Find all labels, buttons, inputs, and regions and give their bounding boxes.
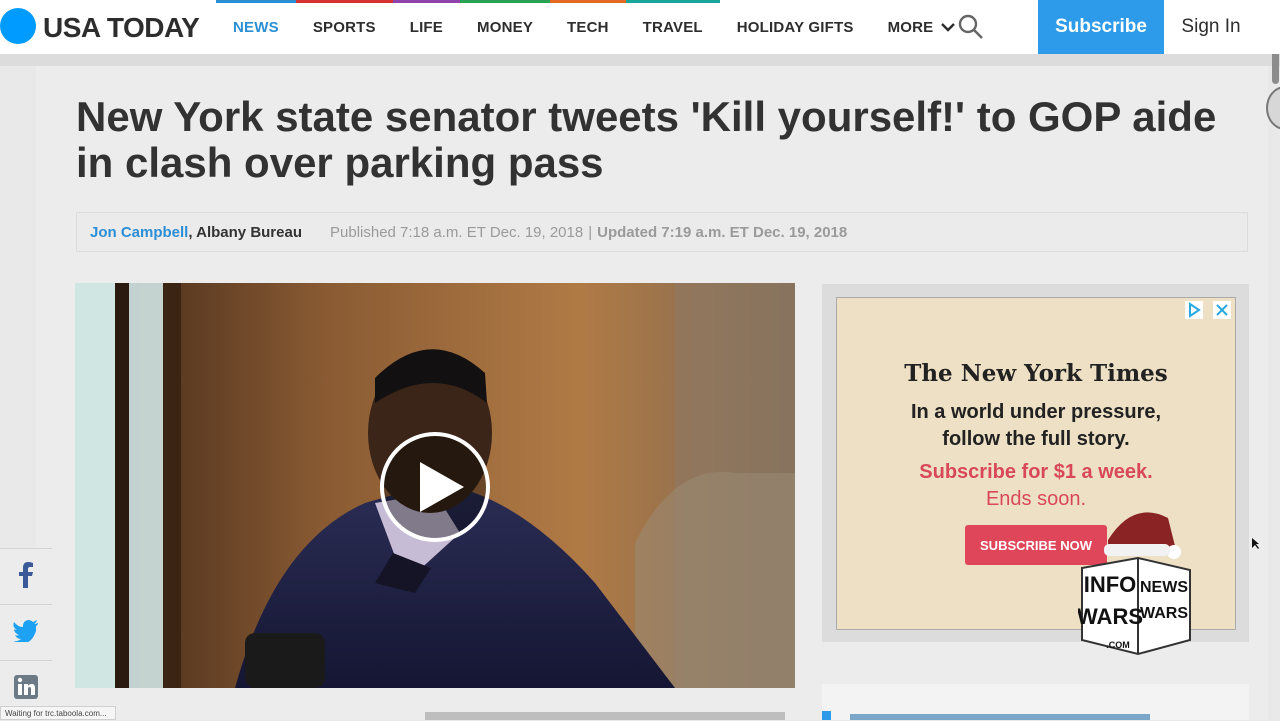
nav-divider [0,54,1280,66]
nav-accent-bar [216,0,296,3]
nav-item-news[interactable]: NEWS [216,0,296,54]
nav-accent-bar [392,0,461,3]
browser-status-bar: Waiting for trc.taboola.com... [0,706,116,720]
sidebar-module-heading[interactable] [850,714,1150,720]
ad-headline-line1: In a world under pressure, [910,401,1162,423]
nav-item-tech[interactable]: TECH [550,0,626,54]
nav-item-sports[interactable]: SPORTS [295,0,393,54]
article-body-text-cutoff [425,712,785,720]
share-facebook-button[interactable] [0,548,52,605]
video-player[interactable] [75,283,795,688]
sidebar-module-accent [822,711,831,720]
mouse-cursor-icon [1252,537,1260,555]
nav-item-label: LIFE [409,18,444,36]
nav-accent-bar [550,0,626,3]
byline-separator: | [588,223,593,241]
usa-today-logo-dot[interactable] [0,8,36,44]
nav-accent-bar [460,0,551,3]
adchoices-icon[interactable] [1185,301,1203,319]
nav-item-label: MORE [887,18,934,36]
nav-item-label: SPORTS [312,18,376,36]
nav-item-travel[interactable]: TRAVEL [625,0,720,54]
nav-item-money[interactable]: MONEY [460,0,551,54]
published-timestamp: Published 7:18 a.m. ET Dec. 19, 2018 [330,223,584,241]
site-logo[interactable]: USA TODAY [43,12,200,44]
sign-in-button[interactable]: Sign In [1164,0,1258,54]
ad-headline-line2: follow the full story. [942,428,1130,450]
watermark-text-com: .COM [1106,640,1130,650]
nav-accent-bar [625,0,720,3]
close-icon[interactable] [1213,301,1231,319]
nav-menu: NEWS SPORTS LIFE MONEY TECH TRAVEL HOLID… [216,0,972,54]
infowars-watermark-logo: INFO WARS NEWS WARS .COM [1077,500,1194,660]
watermark-text-news: NEWS [1140,579,1188,596]
play-icon[interactable] [378,430,492,549]
nav-item-label: MONEY [477,18,534,36]
search-icon[interactable] [957,13,985,46]
updated-timestamp: Updated 7:19 a.m. ET Dec. 19, 2018 [597,223,848,241]
watermark-text-wars: WARS [1078,604,1143,629]
nav-item-label: HOLIDAY GIFTS [736,18,854,36]
ad-offer: Subscribe for $1 a week. [919,461,1153,483]
byline: Jon Campbell , Albany Bureau Published 7… [76,212,1248,252]
nav-item-life[interactable]: LIFE [392,0,461,54]
facebook-icon [17,561,35,593]
watermark-text-info: INFO [1084,572,1137,597]
twitter-icon [13,619,39,647]
nav-accent-bar [295,0,393,3]
nav-item-label: TECH [567,18,609,36]
author-bureau: , Albany Bureau [188,223,302,241]
top-navigation: USA TODAY NEWS SPORTS LIFE MONEY TECH TR… [0,0,1280,54]
watermark-text-wars-2: WARS [1140,605,1188,622]
linkedin-icon [14,674,38,704]
nyt-logo: The New York Times [904,360,1168,387]
article-headline: New York state senator tweets 'Kill your… [76,93,1217,186]
author-link[interactable]: Jon Campbell [90,224,188,241]
share-twitter-button[interactable] [0,604,52,661]
nav-item-holiday-gifts[interactable]: HOLIDAY GIFTS [720,0,871,54]
subscribe-button[interactable]: Subscribe [1038,0,1164,54]
chevron-down-icon [941,19,956,36]
nav-item-label: NEWS [233,18,279,36]
nav-item-label: TRAVEL [642,18,703,36]
page-scrollbar-track[interactable] [1268,28,1280,720]
